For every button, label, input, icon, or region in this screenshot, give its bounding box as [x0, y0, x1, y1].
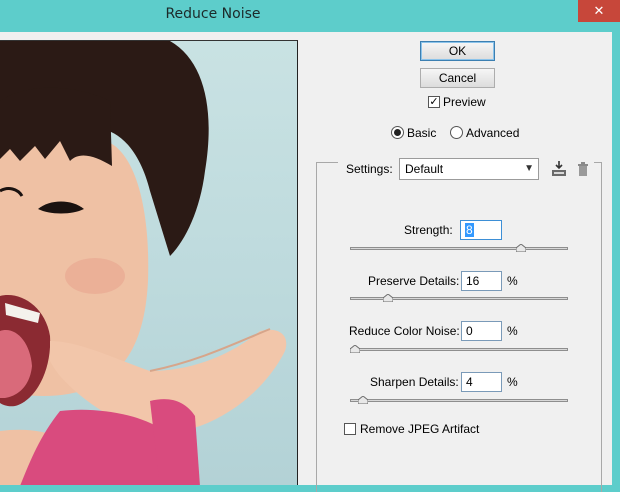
preserve-details-slider-thumb[interactable] — [383, 294, 394, 302]
strength-label: Strength: — [404, 223, 453, 237]
strength-slider-thumb[interactable] — [516, 244, 527, 252]
reduce-color-noise-unit: % — [507, 324, 518, 338]
advanced-radio[interactable] — [450, 126, 463, 139]
remove-jpeg-artifact-label: Remove JPEG Artifact — [360, 422, 480, 436]
slider-thumb-icon — [350, 345, 360, 353]
advanced-label: Advanced — [466, 126, 520, 140]
preserve-details-unit: % — [507, 274, 518, 288]
strength-value: 8 — [465, 223, 474, 237]
dropdown-arrow-icon: ▼ — [524, 163, 534, 174]
settings-select[interactable]: Default ▼ — [399, 158, 539, 180]
save-preset-icon[interactable] — [549, 159, 569, 179]
group-border-right — [594, 162, 601, 163]
reduce-color-noise-slider[interactable] — [350, 348, 568, 351]
preserve-details-label: Preserve Details: — [368, 274, 460, 288]
group-border-left — [316, 162, 338, 163]
delete-preset-icon[interactable] — [573, 159, 593, 179]
sharpen-details-unit: % — [507, 375, 518, 389]
close-icon[interactable]: ✕ — [578, 0, 620, 22]
preview-label: Preview — [443, 95, 486, 109]
slider-thumb-icon — [358, 396, 369, 404]
strength-field[interactable]: 8 — [460, 220, 502, 240]
ok-button[interactable]: OK — [420, 41, 495, 61]
cancel-button[interactable]: Cancel — [420, 68, 495, 88]
basic-label: Basic — [407, 126, 437, 140]
preview-image[interactable] — [0, 40, 298, 485]
window-title: Reduce Noise — [165, 6, 261, 22]
slider-thumb-icon — [383, 294, 394, 302]
reduce-color-noise-label: Reduce Color Noise: — [349, 324, 460, 338]
photo-drawing — [0, 41, 287, 485]
reduce-color-noise-field[interactable]: 0 — [461, 321, 502, 341]
sharpen-details-value: 4 — [466, 375, 473, 389]
sharpen-details-field[interactable]: 4 — [461, 372, 502, 392]
basic-radio[interactable] — [391, 126, 404, 139]
reduce-color-noise-value: 0 — [466, 324, 473, 338]
preview-checkbox[interactable]: ✓ — [428, 96, 440, 108]
title-bar: Reduce Noise ✕ — [0, 0, 620, 32]
sharpen-details-slider-thumb[interactable] — [358, 396, 369, 404]
strength-slider[interactable] — [350, 247, 568, 250]
slider-thumb-icon — [516, 244, 527, 252]
remove-jpeg-artifact-checkbox[interactable] — [344, 423, 356, 435]
settings-label: Settings: — [346, 162, 393, 176]
reduce-color-noise-slider-thumb[interactable] — [350, 345, 360, 353]
preserve-details-value: 16 — [466, 274, 480, 288]
sharpen-details-slider[interactable] — [350, 399, 568, 402]
preserve-details-field[interactable]: 16 — [461, 271, 502, 291]
settings-value: Default — [405, 162, 444, 176]
sharpen-details-label: Sharpen Details: — [370, 375, 459, 389]
